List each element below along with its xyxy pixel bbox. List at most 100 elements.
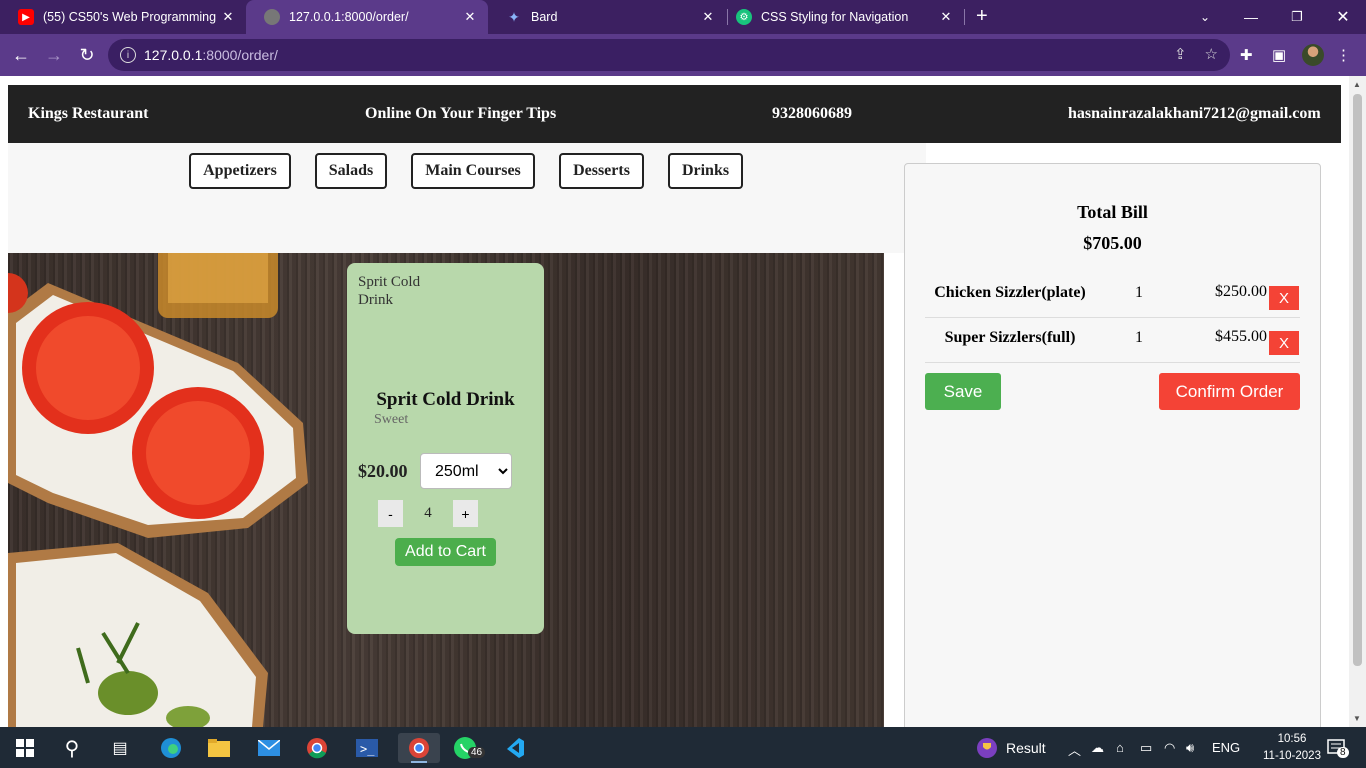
category-nav: Appetizers Salads Main Courses Desserts … [8,143,926,253]
share-icon[interactable]: ⇪ [1174,45,1187,63]
address-bar[interactable]: i 127.0.0.1:8000/order/ ⇪ ☆ [108,39,1230,71]
language-indicator[interactable]: ENG [1212,740,1240,755]
active-indicator [411,761,427,763]
remove-item-button[interactable]: X [1269,286,1299,310]
tab-cs50[interactable]: ▶ (55) CS50's Web Programming w ✕ [0,0,246,34]
chatgpt-icon: ⚙ [736,9,752,25]
chrome-menu-icon[interactable]: ⋮ [1336,46,1351,64]
volume-icon[interactable]: 🔊︎ [1186,740,1194,756]
show-hidden-icons-chevron-icon[interactable]: ︿ [1068,740,1081,759]
product-card: Sprit Cold Drink Sprit Cold Drink Sweet … [347,263,544,634]
product-image-broken: Sprit Cold Drink [358,274,421,308]
powershell-icon[interactable]: >_ [352,733,382,763]
url-path: :8000/order/ [202,47,278,63]
chrome-icon[interactable] [302,733,332,763]
reload-icon[interactable]: ↻ [74,42,100,68]
close-tab-icon[interactable]: ✕ [696,9,720,25]
product-name: Sprit Cold Drink [376,389,515,410]
scroll-up-arrow-icon[interactable]: ▲ [1353,80,1361,89]
youtube-icon: ▶ [18,9,34,25]
url-host: 127.0.0.1 [144,47,203,63]
bill-item-name: Chicken Sizzler(plate) [934,284,1086,301]
bookmark-star-icon[interactable]: ☆ [1205,45,1218,63]
tagline: Online On Your Finger Tips [365,105,557,122]
menu-button-appetizers[interactable]: Appetizers [189,153,291,189]
tab-title: (55) CS50's Web Programming w [43,10,216,24]
product-price: $20.00 [358,461,408,481]
menu-button-main-courses[interactable]: Main Courses [411,153,535,189]
wifi-icon[interactable]: ◠ [1164,740,1175,756]
tab-title: 127.0.0.1:8000/order/ [289,10,409,24]
size-select[interactable]: 250ml [420,453,512,489]
bill-total: $705.00 [1083,233,1142,253]
tab-css-styling[interactable]: ⚙ CSS Styling for Navigation ✕ [718,0,964,34]
result-trophy-icon[interactable] [972,733,1002,763]
close-tab-icon[interactable]: ✕ [934,9,958,25]
tab-divider [964,9,965,25]
phone-number: 9328060689 [772,105,852,122]
whatsapp-icon[interactable]: 46 [450,733,486,763]
system-clock[interactable]: 10:56 11-10-2023 [1262,731,1322,765]
task-view-icon[interactable]: ▤ [105,733,135,763]
tab-title: CSS Styling for Navigation [761,10,909,24]
bill-item-price: $455.00 [1215,328,1267,345]
tab-bard[interactable]: ✦ Bard ✕ [488,0,726,34]
meet-now-icon[interactable]: ⌂ [1116,740,1124,755]
battery-icon[interactable]: ▭ [1140,740,1152,756]
close-tab-icon[interactable]: ✕ [216,9,240,25]
scrollbar-thumb[interactable] [1353,94,1362,666]
profile-avatar[interactable] [1302,44,1324,66]
globe-icon [264,9,280,25]
email-address: hasnainrazalakhani7212@gmail.com [1068,105,1321,122]
increase-quantity-button[interactable]: + [453,500,478,527]
tab-search-chevron-icon[interactable]: ⌄ [1182,0,1228,34]
window-close-icon[interactable]: ✕ [1320,0,1366,34]
close-tab-icon[interactable]: ✕ [458,9,482,25]
browser-tab-strip: ▶ (55) CS50's Web Programming w ✕ 127.0.… [0,0,1366,34]
chrome-profile-icon[interactable] [398,733,440,763]
bill-item-qty: 1 [1135,329,1143,346]
bill-item-row: Chicken Sizzler(plate) 1 $250.00 X [925,273,1300,318]
scroll-down-arrow-icon[interactable]: ▼ [1353,714,1361,723]
restore-icon[interactable]: ❐ [1274,0,1320,34]
onedrive-cloud-icon[interactable]: ☁ [1091,740,1104,756]
search-icon[interactable]: ⚲ [57,733,87,763]
menu-button-desserts[interactable]: Desserts [559,153,644,189]
back-arrow-icon[interactable]: ← [8,42,34,68]
forward-arrow-icon[interactable]: → [41,42,67,68]
remove-item-button[interactable]: X [1269,331,1299,355]
browser-toolbar: ← → ↻ i 127.0.0.1:8000/order/ ⇪ ☆ ✚ ▣ ⋮ [0,34,1366,76]
new-tab-icon[interactable]: + [976,5,988,28]
svg-text:>_: >_ [360,742,375,756]
tab-order[interactable]: 127.0.0.1:8000/order/ ✕ [246,0,488,34]
clock-date: 11-10-2023 [1263,750,1321,762]
vscode-icon[interactable] [499,733,529,763]
extensions-puzzle-icon[interactable]: ✚ [1240,46,1253,64]
save-button[interactable]: Save [925,373,1001,410]
decrease-quantity-button[interactable]: - [378,500,403,527]
file-explorer-icon[interactable] [204,733,234,763]
menu-button-drinks[interactable]: Drinks [668,153,743,189]
confirm-order-button[interactable]: Confirm Order [1159,373,1300,410]
result-label[interactable]: Result [1006,740,1046,756]
minimize-icon[interactable]: — [1228,0,1274,34]
page-scrollbar[interactable]: ▲ ▼ [1349,76,1366,727]
add-to-cart-button[interactable]: Add to Cart [395,538,496,566]
site-info-icon[interactable]: i [120,47,136,63]
side-panel-icon[interactable]: ▣ [1272,46,1286,64]
mail-icon[interactable] [254,733,284,763]
site-header: Kings Restaurant Online On Your Finger T… [8,85,1341,143]
brand-name[interactable]: Kings Restaurant [28,105,148,123]
menu-button-salads[interactable]: Salads [315,153,387,189]
clock-time: 10:56 [1277,733,1307,745]
edge-browser-icon[interactable] [156,733,186,763]
quantity-value: 4 [424,505,432,521]
windows-start-icon[interactable] [10,733,40,763]
bard-sparkle-icon: ✦ [508,8,520,25]
notification-center-icon[interactable]: 8 [1322,733,1352,763]
bill-item-price: $250.00 [1215,283,1267,300]
product-description: Sweet [374,412,409,427]
tab-title: Bard [531,10,558,24]
bill-item-name: Super Sizzlers(full) [944,329,1076,346]
page-viewport: Kings Restaurant Online On Your Finger T… [0,76,1366,727]
